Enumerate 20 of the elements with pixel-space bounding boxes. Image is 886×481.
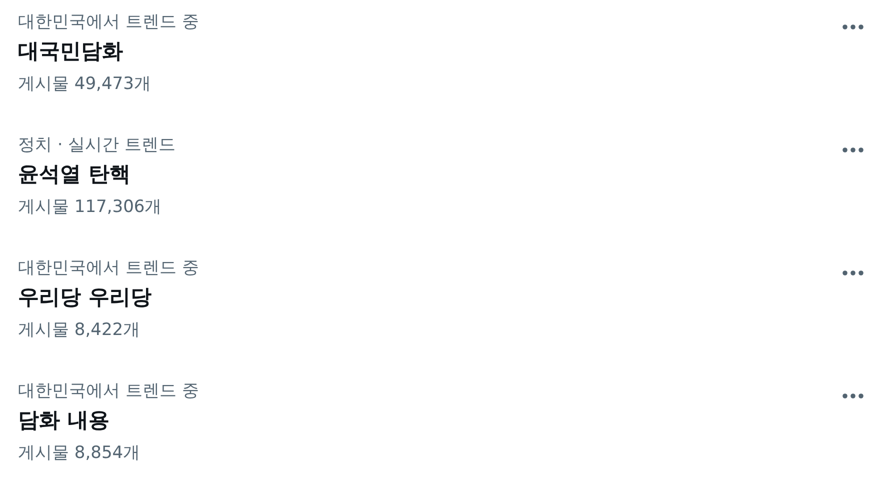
trend-item[interactable]: 대한민국에서 트렌드 중 우리당 우리당 게시물 8,422개 xyxy=(0,246,886,369)
trend-context: 대한민국에서 트렌드 중 xyxy=(18,380,199,403)
more-icon[interactable] xyxy=(842,270,864,276)
post-count: 게시물 49,473개 xyxy=(18,73,152,96)
trend-context: 대한민국에서 트렌드 중 xyxy=(18,257,199,280)
trend-context: 정치 · 실시간 트렌드 xyxy=(18,134,176,157)
trend-title: 대국민담화 xyxy=(18,38,124,65)
more-icon[interactable] xyxy=(842,24,864,30)
trend-title: 담화 내용 xyxy=(18,407,110,434)
more-icon[interactable] xyxy=(842,393,864,399)
more-icon[interactable] xyxy=(842,147,864,153)
trend-title: 윤석열 탄핵 xyxy=(18,161,132,188)
post-count: 게시물 8,422개 xyxy=(18,319,142,342)
post-count: 게시물 8,854개 xyxy=(18,442,142,465)
trend-context: 대한민국에서 트렌드 중 xyxy=(18,11,199,34)
trend-item[interactable]: 정치 · 실시간 트렌드 윤석열 탄핵 게시물 117,306개 xyxy=(0,123,886,246)
trend-title: 우리당 우리당 xyxy=(18,284,152,311)
trend-item[interactable]: 대한민국에서 트렌드 중 담화 내용 게시물 8,854개 xyxy=(0,369,886,479)
post-count: 게시물 117,306개 xyxy=(18,196,163,219)
trend-item[interactable]: 대한민국에서 트렌드 중 대국민담화 게시물 49,473개 xyxy=(0,0,886,123)
